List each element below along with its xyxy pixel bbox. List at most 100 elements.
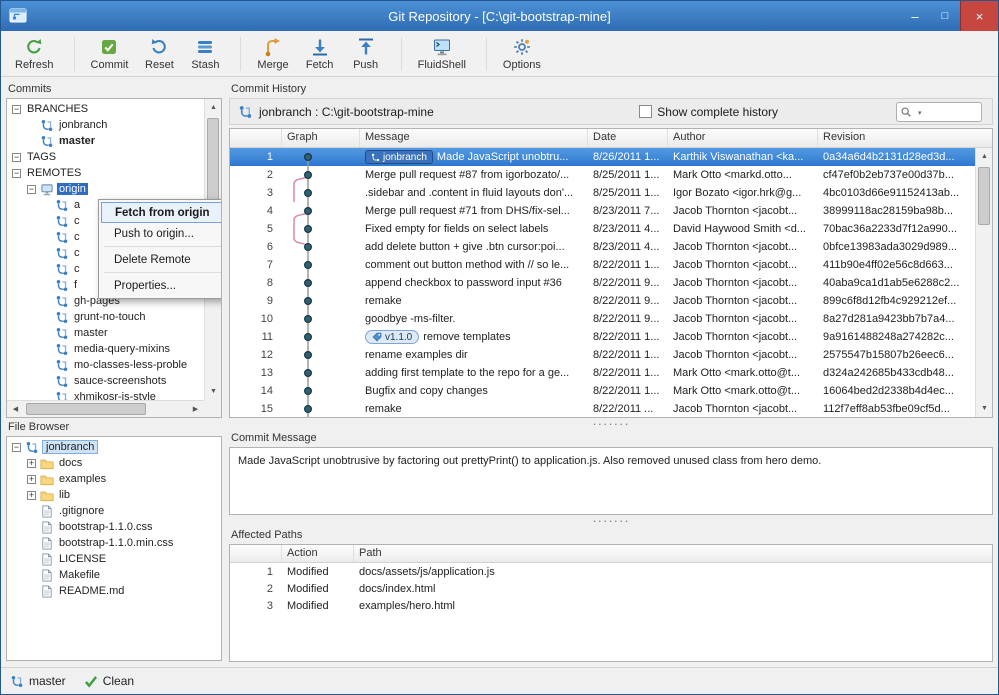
- history-column-date[interactable]: Date: [588, 129, 668, 147]
- collapse-icon[interactable]: −: [12, 153, 21, 162]
- scroll-thumb[interactable]: [978, 167, 990, 225]
- file-browser-item-license[interactable]: LICENSE: [7, 551, 221, 567]
- scroll-left-arrow[interactable]: ◀: [7, 401, 24, 418]
- show-complete-history-checkbox[interactable]: Show complete history: [639, 105, 778, 119]
- file-browser-item-lib[interactable]: +lib: [7, 487, 221, 503]
- expand-icon[interactable]: +: [27, 491, 36, 500]
- toolbar-fetch-button[interactable]: Fetch: [297, 34, 343, 74]
- commits-tree-item-label: c: [72, 231, 82, 243]
- history-row-8[interactable]: 8append checkbox to password input #368/…: [230, 274, 975, 292]
- commits-horizontal-scrollbar[interactable]: ◀ ▶: [7, 400, 204, 417]
- file-browser-item-readme-md[interactable]: README.md: [7, 583, 221, 599]
- expand-icon[interactable]: +: [27, 459, 36, 468]
- collapse-icon[interactable]: −: [12, 105, 21, 114]
- close-button[interactable]: ×: [960, 1, 998, 31]
- history-column-revision[interactable]: Revision: [818, 129, 992, 147]
- scroll-down-arrow[interactable]: ▼: [976, 400, 993, 417]
- scroll-down-arrow[interactable]: ▼: [205, 383, 222, 400]
- toolbar-refresh-button[interactable]: Refresh: [7, 34, 62, 74]
- history-row-15[interactable]: 15remake8/22/2011 ...Jacob Thornton <jac…: [230, 400, 975, 417]
- collapse-icon[interactable]: −: [12, 443, 21, 452]
- toolbar-commit-button[interactable]: Commit: [83, 34, 137, 74]
- history-row-7[interactable]: 7comment out button method with // so le…: [230, 256, 975, 274]
- file-browser-item-jonbranch[interactable]: −jonbranch: [7, 439, 221, 455]
- file-browser-item-makefile[interactable]: Makefile: [7, 567, 221, 583]
- revision-cell: 8a27d281a9423bb7b7a4...: [818, 313, 975, 325]
- commits-tree-item-remotes[interactable]: −REMOTES: [7, 165, 204, 181]
- history-row-14[interactable]: 14Bugfix and copy changes8/22/2011 1...M…: [230, 382, 975, 400]
- toolbar-stash-button[interactable]: Stash: [182, 34, 228, 74]
- maximize-button[interactable]: □: [930, 1, 960, 31]
- commits-tree-item-grunt-no-touch[interactable]: grunt-no-touch: [7, 309, 204, 325]
- message-cell: Merge pull request #71 from DHS/fix-sel.…: [360, 205, 588, 217]
- message-text: remake: [365, 295, 402, 307]
- context-menu-item-delete-remote[interactable]: Delete Remote: [101, 249, 222, 270]
- toolbar-merge-button[interactable]: Merge: [249, 34, 296, 74]
- history-row-9[interactable]: 9remake8/22/2011 9...Jacob Thornton <jac…: [230, 292, 975, 310]
- affected-path-row-3[interactable]: 3Modifiedexamples/hero.html: [230, 597, 992, 614]
- file-browser-item-bootstrap-1-1-0-css[interactable]: bootstrap-1.1.0.css: [7, 519, 221, 535]
- file-browser-item-bootstrap-1-1-0-min-css[interactable]: bootstrap-1.1.0.min.css: [7, 535, 221, 551]
- toolbar-push-button[interactable]: Push: [343, 34, 389, 74]
- history-row-11[interactable]: 11v1.1.0remove templates8/22/2011 1...Ja…: [230, 328, 975, 346]
- message-cell: rename examples dir: [360, 349, 588, 361]
- history-row-12[interactable]: 12rename examples dir8/22/2011 1...Jacob…: [230, 346, 975, 364]
- collapse-icon[interactable]: −: [27, 185, 36, 194]
- collapse-icon[interactable]: −: [12, 169, 21, 178]
- commits-tree-item-tags[interactable]: −TAGS: [7, 149, 204, 165]
- commits-tree-item-xhmikosr-js-style[interactable]: xhmikosr-js-style: [7, 389, 204, 400]
- scroll-thumb[interactable]: [207, 118, 219, 206]
- affected-path-row-2[interactable]: 2Modifieddocs/index.html: [230, 580, 992, 597]
- history-row-5[interactable]: 5Fixed empty for fields on select labels…: [230, 220, 975, 238]
- history-row-13[interactable]: 13adding first template to the repo for …: [230, 364, 975, 382]
- expand-icon[interactable]: +: [27, 475, 36, 484]
- context-menu-item-fetch-from-origin[interactable]: Fetch from origin: [101, 202, 222, 223]
- scroll-right-arrow[interactable]: ▶: [187, 401, 204, 418]
- scroll-up-arrow[interactable]: ▲: [976, 148, 993, 165]
- history-search-input[interactable]: [924, 106, 978, 118]
- toolbar-options-button[interactable]: Options: [495, 34, 549, 74]
- horizontal-splitter[interactable]: [229, 515, 993, 526]
- toolbar-reset-button[interactable]: Reset: [136, 34, 182, 74]
- commits-tree-item-branches[interactable]: −BRANCHES: [7, 101, 204, 117]
- commits-tree-item-master[interactable]: master: [7, 133, 204, 149]
- commits-tree-item-origin[interactable]: −origin: [7, 181, 204, 197]
- commits-tree-item-media-query-mixins[interactable]: media-query-mixins: [7, 341, 204, 357]
- scroll-thumb[interactable]: [26, 403, 146, 415]
- history-row-4[interactable]: 4Merge pull request #71 from DHS/fix-sel…: [230, 202, 975, 220]
- minimize-button[interactable]: –: [900, 1, 930, 31]
- file-browser-item-gitignore[interactable]: .gitignore: [7, 503, 221, 519]
- history-vertical-scrollbar[interactable]: ▲ ▼: [975, 148, 992, 417]
- checkbox-box[interactable]: [639, 105, 652, 118]
- history-row-10[interactable]: 10goodbye -ms-filter.8/22/2011 9...Jacob…: [230, 310, 975, 328]
- commits-tree-item-jonbranch[interactable]: jonbranch: [7, 117, 204, 133]
- paths-column-action[interactable]: Action: [282, 545, 354, 562]
- history-column-row-number[interactable]: [230, 129, 282, 147]
- history-column-message[interactable]: Message: [360, 129, 588, 147]
- commits-tree-item-master[interactable]: master: [7, 325, 204, 341]
- scrollbar-corner: [204, 400, 221, 417]
- paths-column-path[interactable]: Path: [354, 545, 992, 562]
- toolbar-fluidshell-button[interactable]: FluidShell: [410, 34, 474, 74]
- history-column-author[interactable]: Author: [668, 129, 818, 147]
- paths-column-row-number[interactable]: [230, 545, 282, 562]
- scroll-up-arrow[interactable]: ▲: [205, 99, 222, 116]
- history-row-1[interactable]: 1jonbranchMade JavaScript unobtru...8/26…: [230, 148, 975, 166]
- file-browser-item-examples[interactable]: +examples: [7, 471, 221, 487]
- history-row-3[interactable]: 3.sidebar and .content in fluid layouts …: [230, 184, 975, 202]
- context-menu-item-properties[interactable]: Properties...: [101, 275, 222, 296]
- history-search[interactable]: ▾: [896, 102, 982, 122]
- commits-tree-item-mo-classes-less-proble[interactable]: mo-classes-less-proble: [7, 357, 204, 373]
- status-branch: master: [10, 674, 66, 688]
- search-dropdown-icon[interactable]: ▾: [918, 109, 922, 117]
- affected-path-row-1[interactable]: 1Modifieddocs/assets/js/application.js: [230, 563, 992, 580]
- horizontal-splitter[interactable]: [229, 418, 993, 429]
- history-column-graph[interactable]: Graph: [282, 129, 360, 147]
- file-browser-item-label: LICENSE: [57, 553, 108, 565]
- context-menu-item-push-to-origin[interactable]: Push to origin...: [101, 223, 222, 244]
- history-row-2[interactable]: 2Merge pull request #87 from igorbozato/…: [230, 166, 975, 184]
- history-row-6[interactable]: 6add delete button + give .btn cursor:po…: [230, 238, 975, 256]
- commits-tree-item-sauce-screenshots[interactable]: sauce-screenshots: [7, 373, 204, 389]
- file-browser-item-docs[interactable]: +docs: [7, 455, 221, 471]
- message-cell: remake: [360, 403, 588, 415]
